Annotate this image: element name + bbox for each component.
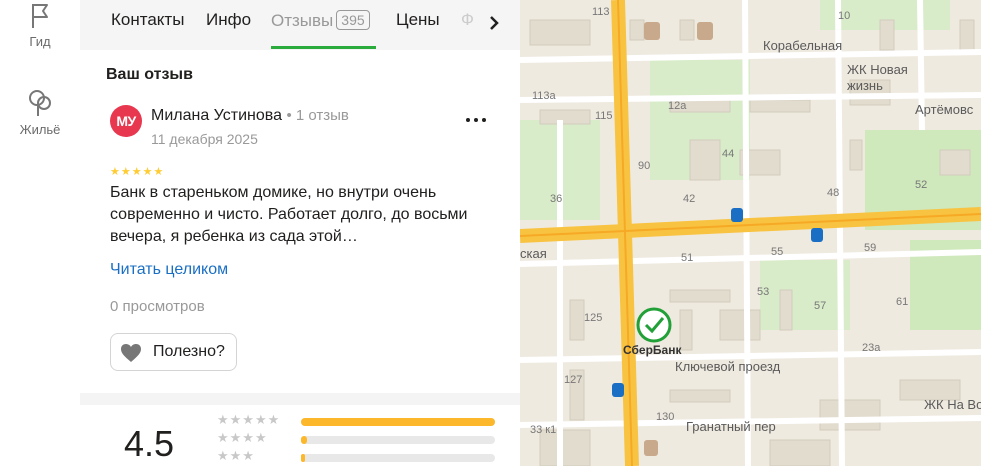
- organization-panel: Контакты Инфо Отзывы 395 Цены Ф Ваш отзыв…: [80, 0, 520, 466]
- user-review-card: Ваш отзыв МУ Милана Устинова • 1 отзыв 1…: [80, 50, 520, 393]
- street-label: Ключевой проезд: [675, 359, 781, 374]
- reviews-count-badge: 395: [336, 10, 370, 30]
- review-date: 11 декабря 2025: [151, 131, 258, 147]
- house-number: 115: [595, 110, 613, 122]
- house-number: 52: [915, 179, 928, 191]
- active-tab-indicator: [271, 46, 376, 49]
- house-number: 125: [584, 312, 603, 324]
- house-number: 12а: [668, 100, 687, 112]
- house-number: 36: [550, 193, 563, 205]
- street-label: ская: [520, 246, 547, 261]
- review-text: Банк в старенькoм домике, но внутри очен…: [110, 184, 468, 245]
- rating-value: 4.5: [124, 423, 175, 464]
- tree-icon: [29, 90, 51, 116]
- rating-row-stars: ★★★★★: [217, 412, 281, 427]
- rating-track: [301, 418, 495, 426]
- house-number: 53: [757, 286, 770, 298]
- rail-item-label: Гид: [29, 34, 51, 49]
- house-number: 42: [683, 193, 696, 205]
- tab-reviews[interactable]: Отзывы 395: [271, 10, 370, 31]
- tab-reviews-label: Отзывы: [271, 11, 334, 30]
- rating-fill: [301, 454, 305, 462]
- house-number: 10: [838, 10, 851, 22]
- author-name: Милана Устинова: [151, 107, 282, 124]
- house-number: 113: [592, 6, 610, 18]
- tab-bar: Контакты Инфо Отзывы 395 Цены Ф: [80, 0, 520, 51]
- house-number: 33 к1: [530, 424, 557, 436]
- rating-fill: [301, 418, 495, 426]
- more-options-icon[interactable]: [464, 110, 488, 130]
- house-number: 55: [771, 246, 784, 258]
- views-count: 0 просмотров: [110, 298, 205, 315]
- review-author[interactable]: Милана Устинова • 1 отзыв: [151, 107, 349, 125]
- house-number: 59: [864, 242, 877, 254]
- rating-row-3[interactable]: ★★★: [217, 448, 497, 464]
- rail-item-guide[interactable]: Гид: [0, 2, 80, 49]
- rating-row-stars: ★★★★: [217, 430, 268, 445]
- section-title: Ваш отзыв: [106, 66, 193, 83]
- left-rail: Гид Жильё: [0, 0, 81, 466]
- house-number: 127: [564, 374, 583, 386]
- house-number: 130: [656, 411, 675, 423]
- poi-label[interactable]: ЖК На Во: [924, 397, 981, 412]
- section-divider: [80, 393, 520, 405]
- flag-icon: [32, 4, 48, 28]
- house-number: 44: [722, 148, 735, 160]
- house-number: 23а: [862, 342, 881, 354]
- avatar[interactable]: МУ: [110, 105, 142, 137]
- rating-row-stars: ★★★: [217, 448, 255, 463]
- rating-fill: [301, 436, 307, 444]
- tab-contacts[interactable]: Контакты: [111, 10, 184, 30]
- house-number: 90: [638, 160, 651, 172]
- house-number: 48: [827, 187, 840, 199]
- rating-row-4[interactable]: ★★★★: [217, 430, 497, 446]
- rating-track: [301, 454, 495, 462]
- house-number: 61: [896, 296, 909, 308]
- street-label: Корабельная: [763, 38, 843, 53]
- useful-label: Полезно?: [153, 343, 225, 360]
- rail-item-label: Жильё: [19, 122, 61, 137]
- author-review-count: 1 отзыв: [295, 107, 349, 124]
- map-view[interactable]: Корабельная Артёмовс Ключевой проезд Гра…: [520, 0, 981, 466]
- house-number: 51: [681, 252, 694, 264]
- house-number: 57: [814, 300, 827, 312]
- tab-prices[interactable]: Цены: [396, 10, 440, 30]
- house-number: 113а: [532, 90, 556, 102]
- poi-label[interactable]: ЖК Новая жизнь: [847, 62, 927, 94]
- poi-label-sberbank[interactable]: СберБанк: [623, 343, 681, 357]
- street-label: Гранатный пер: [686, 419, 776, 434]
- rating-row-5[interactable]: ★★★★★: [217, 412, 497, 428]
- useful-button[interactable]: Полезно?: [110, 333, 237, 371]
- rating-track: [301, 436, 495, 444]
- tab-info[interactable]: Инфо: [206, 10, 251, 30]
- rail-item-housing[interactable]: Жильё: [0, 88, 80, 137]
- read-more-link[interactable]: Читать целиком: [110, 261, 228, 279]
- chevron-right-icon[interactable]: [480, 8, 510, 38]
- review-stars: ★★★★★: [110, 166, 165, 178]
- heart-icon: [121, 344, 141, 362]
- tab-photos[interactable]: Ф: [461, 10, 474, 30]
- street-label: Артёмовс: [915, 102, 974, 117]
